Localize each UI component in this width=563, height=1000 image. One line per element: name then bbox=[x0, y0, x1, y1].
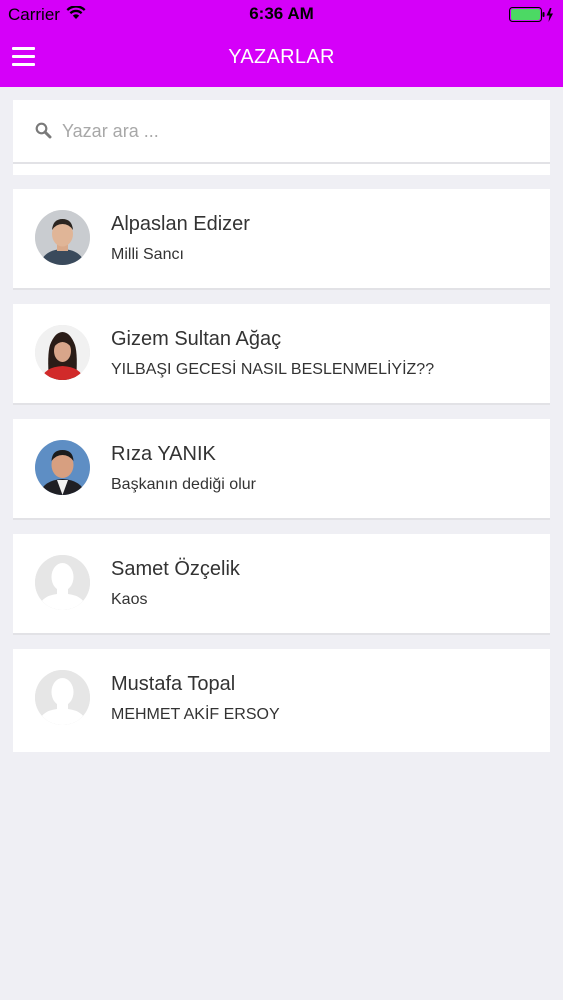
author-name: Mustafa Topal bbox=[111, 673, 236, 695]
author-name: Alpaslan Edizer bbox=[111, 213, 250, 235]
article-title: Başkanın dediği olur bbox=[111, 476, 256, 493]
author-list: Alpaslan Edizer Milli Sancı Gizem Sultan… bbox=[13, 189, 550, 750]
navigation-bar: YAZARLAR bbox=[0, 30, 563, 87]
author-avatar bbox=[35, 325, 90, 380]
author-avatar bbox=[35, 210, 90, 265]
article-title: YILBAŞI GECESİ NASIL BESLENMELİYİZ?? bbox=[111, 361, 435, 378]
author-avatar-placeholder bbox=[35, 670, 90, 725]
search-card-footer bbox=[13, 164, 550, 175]
article-title: Milli Sancı bbox=[111, 246, 184, 263]
page-title: YAZARLAR bbox=[228, 46, 335, 68]
author-name: Rıza YANIK bbox=[111, 443, 216, 465]
author-avatar bbox=[35, 440, 90, 495]
author-name: Samet Özçelik bbox=[111, 558, 240, 580]
author-list-item[interactable]: Rıza YANIK Başkanın dediği olur bbox=[13, 419, 550, 520]
article-title: Kaos bbox=[111, 591, 148, 608]
author-name: Gizem Sultan Ağaç bbox=[111, 328, 282, 350]
author-list-item[interactable]: Mustafa Topal MEHMET AKİF ERSOY bbox=[13, 649, 550, 750]
search-input[interactable] bbox=[60, 116, 534, 146]
author-list-item[interactable]: Alpaslan Edizer Milli Sancı bbox=[13, 189, 550, 290]
author-avatar-placeholder bbox=[35, 555, 90, 610]
search-icon bbox=[35, 122, 52, 139]
article-title: MEHMET AKİF ERSOY bbox=[111, 706, 280, 723]
list-footer bbox=[13, 741, 550, 752]
status-bar: Carrier 6:36 AM bbox=[0, 0, 563, 30]
author-list-item[interactable]: Gizem Sultan Ağaç YILBAŞI GECESİ NASIL B… bbox=[13, 304, 550, 405]
status-time: 6:36 AM bbox=[249, 4, 314, 23]
author-list-item[interactable]: Samet Özçelik Kaos bbox=[13, 534, 550, 635]
battery-icon bbox=[509, 7, 553, 22]
search-bar bbox=[13, 100, 550, 164]
